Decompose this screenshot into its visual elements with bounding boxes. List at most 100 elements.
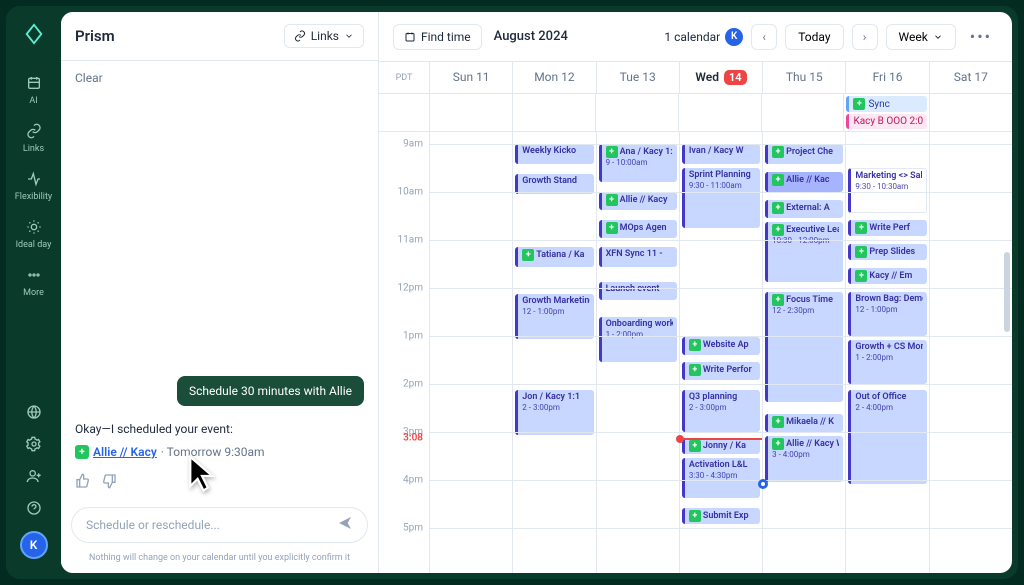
sidebar-item-ai[interactable]: AI — [6, 66, 61, 114]
hour-label: 10am — [398, 187, 423, 198]
app-title: Prism — [75, 27, 115, 45]
sidebar-item-label: Ideal day — [16, 240, 52, 250]
calendar-event[interactable]: +Kacy // Em — [848, 268, 926, 284]
calendar-event[interactable]: Activation L&L3:30 - 4:30pm — [682, 458, 760, 498]
day-header-wed[interactable]: Wed 14 — [679, 62, 762, 93]
calendar-event[interactable]: Out of Office2 - 4:00pm — [848, 390, 926, 484]
calendar-event[interactable]: +External: A — [765, 200, 843, 218]
flexibility-icon — [25, 170, 43, 188]
plus-icon: + — [75, 445, 89, 459]
chat-footer-note: Nothing will change on your calendar unt… — [61, 553, 378, 573]
calendar-event[interactable]: +MOps Agen — [599, 220, 677, 238]
day-header-sun[interactable]: Sun 11 — [429, 62, 512, 93]
calendar-event[interactable]: +Submit Exp — [682, 508, 760, 524]
sidebar-item-more[interactable]: More — [6, 258, 61, 306]
chat-input-wrap[interactable] — [71, 507, 368, 543]
find-time-button[interactable]: Find time — [393, 24, 482, 50]
now-indicator — [680, 438, 762, 440]
time-marker-dot — [758, 479, 768, 489]
user-add-icon[interactable] — [25, 467, 43, 485]
sidebar-item-label: Flexibility — [15, 192, 52, 202]
calendar-event[interactable]: +Ana / Kacy 1:19 - 10:00am — [599, 144, 677, 182]
calendar-event[interactable]: Onboarding workshop1 - 2:00pm — [599, 317, 677, 362]
allday-event[interactable]: Kacy B OOO 2:0 — [846, 114, 927, 129]
calendar-event[interactable]: +Website Ap — [682, 337, 760, 355]
hour-label: 12pm — [397, 283, 423, 294]
send-button[interactable] — [337, 515, 353, 535]
app-logo[interactable] — [18, 18, 50, 50]
calendar-event[interactable]: +Jonny / Ka — [682, 438, 760, 454]
calendar-event[interactable]: Brown Bag: Demo12 - 1:00pm — [848, 292, 926, 336]
view-selector[interactable]: Week — [886, 24, 956, 50]
sidebar-item-label: AI — [29, 96, 37, 106]
help-icon[interactable] — [25, 499, 43, 517]
calendar-event[interactable]: +Executive Leadership Meeting10:30 - 12:… — [765, 222, 843, 282]
settings-gear-icon[interactable] — [25, 435, 43, 453]
user-message: Schedule 30 minutes with Allie — [177, 376, 364, 406]
hour-label: 4pm — [403, 475, 423, 486]
today-button[interactable]: Today — [785, 24, 843, 50]
prev-week-button[interactable]: ‹ — [751, 24, 777, 50]
calendar-event[interactable]: +Prep Slides — [848, 244, 926, 260]
chat-panel: Prism Links Clear Schedule 30 minutes wi… — [61, 12, 379, 573]
calendar-event[interactable]: +Write Perfor — [682, 362, 760, 380]
calendar-icon — [404, 31, 416, 43]
chevron-down-icon — [344, 31, 354, 41]
day-header-sat[interactable]: Sat 17 — [929, 62, 1012, 93]
calendar-event[interactable]: Marketing <> Sales Weekly9:30 - 10:30am — [848, 168, 926, 213]
toolbar-more-button[interactable]: ••• — [964, 27, 998, 46]
globe-icon[interactable] — [25, 403, 43, 421]
sidebar-item-label: More — [23, 288, 44, 298]
calendar-event[interactable]: Launch event — [599, 282, 677, 300]
scrollbar[interactable] — [1004, 252, 1010, 332]
day-header-tue[interactable]: Tue 13 — [596, 62, 679, 93]
sun-icon — [25, 218, 43, 236]
sidebar-item-label: Links — [23, 144, 44, 154]
calendar-event[interactable]: +Project Che — [765, 144, 843, 164]
calendar-event[interactable]: +Allie // Kac — [765, 172, 843, 192]
clear-button[interactable]: Clear — [61, 61, 378, 95]
calendar-event[interactable]: Growth + CS Monthly1 - 2:00pm — [848, 340, 926, 384]
sidebar-item-ideal-day[interactable]: Ideal day — [6, 210, 61, 258]
calendar-event[interactable]: Sprint Planning9:30 - 11:00am — [682, 168, 760, 228]
calendar-event[interactable]: XFN Sync 11 - — [599, 247, 677, 267]
ai-response-text: Okay—I scheduled your event: — [75, 420, 364, 439]
allday-row: +Sync Kacy B OOO 2:0 — [379, 94, 1012, 132]
hour-label: 5pm — [403, 523, 423, 534]
allday-cell-fri: +Sync Kacy B OOO 2:0 — [843, 94, 929, 131]
next-week-button[interactable]: › — [852, 24, 878, 50]
allday-event[interactable]: +Sync — [846, 96, 927, 112]
calendar-count[interactable]: 1 calendar K — [664, 28, 743, 46]
calendar-panel: Find time August 2024 1 calendar K ‹ Tod… — [379, 12, 1012, 573]
calendar-event[interactable]: +Mikaela // K — [765, 414, 843, 432]
calendar-event[interactable]: Growth Marketing Sync12 - 1:00pm — [515, 294, 593, 339]
calendar-event[interactable]: +Tatiana / Ka — [515, 247, 593, 267]
calendar-event[interactable]: Growth Stand — [515, 174, 593, 194]
links-button[interactable]: Links — [284, 24, 364, 48]
thumbs-up-icon[interactable] — [75, 473, 91, 489]
chevron-down-icon — [933, 32, 943, 42]
timezone-label: PDT — [379, 62, 429, 93]
calendar-event[interactable]: Jon / Kacy 1:12 - 3:00pm — [515, 390, 593, 435]
thumbs-down-icon[interactable] — [101, 473, 117, 489]
day-header: PDT Sun 11 Mon 12 Tue 13 Wed 14 Thu 15 F… — [379, 62, 1012, 94]
calendar-event[interactable]: Ivan / Kacy W — [682, 144, 760, 164]
calendar-event[interactable]: +Focus Time12 - 2:30pm — [765, 292, 843, 402]
hour-label: 2pm — [403, 379, 423, 390]
scheduled-event-chip[interactable]: + Allie // Kacy · Tomorrow 9:30am — [75, 445, 364, 459]
calendar-event[interactable]: Weekly Kicko — [515, 144, 593, 164]
day-header-mon[interactable]: Mon 12 — [512, 62, 595, 93]
link-icon — [25, 122, 43, 140]
sidebar-item-links[interactable]: Links — [6, 114, 61, 162]
calendar-event[interactable]: +Write Perf — [848, 220, 926, 236]
month-label[interactable]: August 2024 — [490, 29, 568, 44]
avatar[interactable]: K — [20, 531, 48, 559]
chat-input[interactable] — [86, 518, 329, 532]
calendar-event[interactable]: +Allie // Kacy Weekly 1:13 - 4:00pm — [765, 436, 843, 482]
sidebar-item-flexibility[interactable]: Flexibility — [6, 162, 61, 210]
day-header-thu[interactable]: Thu 15 — [762, 62, 845, 93]
day-header-fri[interactable]: Fri 16 — [845, 62, 928, 93]
calendar-event[interactable]: +Allie // Kacy — [599, 192, 677, 210]
calendar-ai-icon — [25, 74, 43, 92]
calendar-event[interactable]: Q3 planning2 - 3:00pm — [682, 390, 760, 432]
